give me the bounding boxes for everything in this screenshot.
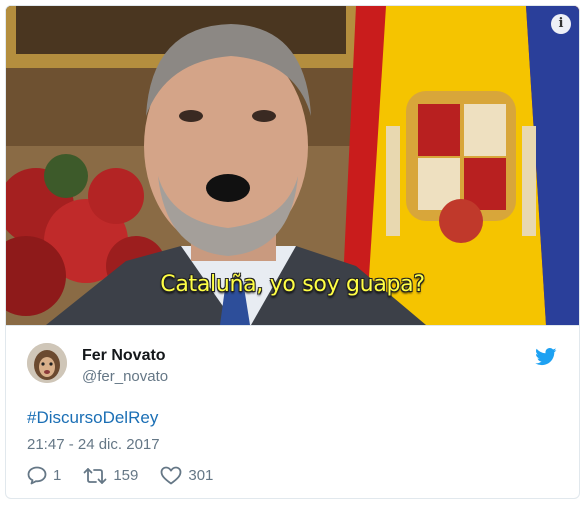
retweet-count: 159 — [113, 467, 139, 484]
tweet-timestamp[interactable]: 21:47 - 24 dic. 2017 — [27, 436, 160, 453]
tweet-body: Fer Novato @fer_novato #DiscursoDelRey 2… — [6, 325, 579, 498]
tweet-media-image[interactable]: i Cataluña, yo soy guapa? — [6, 6, 579, 325]
retweet-icon — [83, 467, 107, 484]
display-name[interactable]: Fer Novato — [82, 347, 166, 365]
like-button[interactable]: 301 — [160, 466, 213, 485]
meme-caption: Cataluña, yo soy guapa? — [160, 272, 425, 297]
tweet-card[interactable]: i Cataluña, yo soy guapa? Fer Novato @fe… — [5, 5, 580, 499]
user-handle[interactable]: @fer_novato — [82, 368, 168, 385]
heart-icon — [160, 466, 182, 485]
retweet-button[interactable]: 159 — [83, 467, 138, 485]
reply-count: 1 — [53, 467, 62, 484]
like-count: 301 — [188, 467, 214, 484]
reply-icon — [27, 466, 47, 485]
tweet-actions: 1 159 301 — [27, 466, 235, 485]
twitter-bird-icon[interactable] — [535, 348, 557, 366]
info-icon[interactable]: i — [551, 14, 571, 34]
avatar[interactable] — [27, 343, 67, 383]
hashtag-link[interactable]: #DiscursoDelRey — [27, 408, 158, 428]
reply-button[interactable]: 1 — [27, 466, 61, 485]
